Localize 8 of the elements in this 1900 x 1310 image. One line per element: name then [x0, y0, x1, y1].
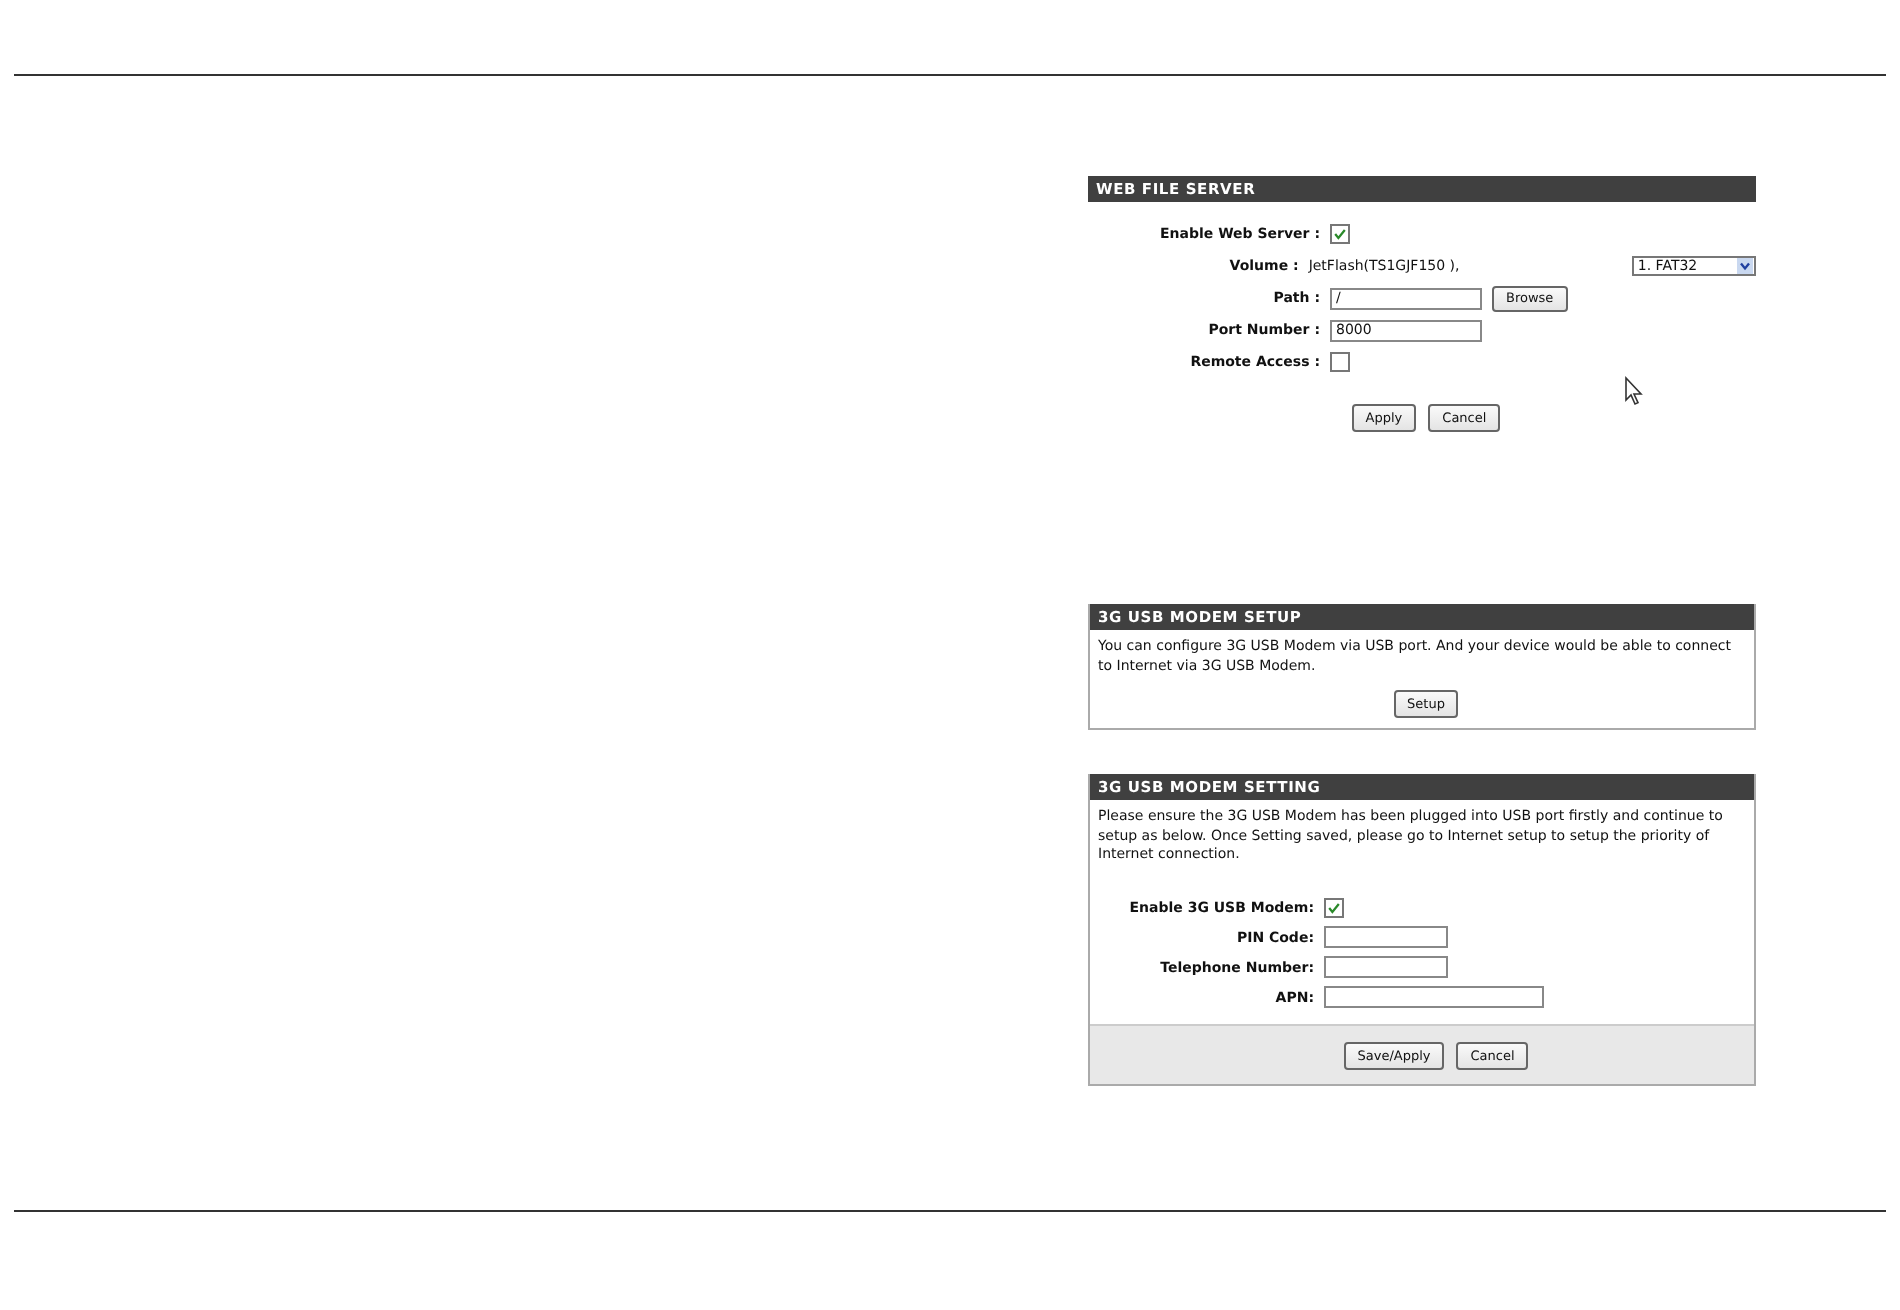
input-field[interactable] — [1324, 986, 1544, 1008]
checkbox[interactable] — [1330, 224, 1350, 244]
mouse-pointer-icon — [1624, 376, 1644, 406]
dropdown-arrow-icon — [1736, 258, 1754, 274]
input-field[interactable] — [1324, 926, 1448, 948]
checkbox[interactable] — [1324, 897, 1344, 917]
checkbox[interactable] — [1330, 352, 1350, 372]
input-field[interactable] — [1324, 956, 1448, 978]
